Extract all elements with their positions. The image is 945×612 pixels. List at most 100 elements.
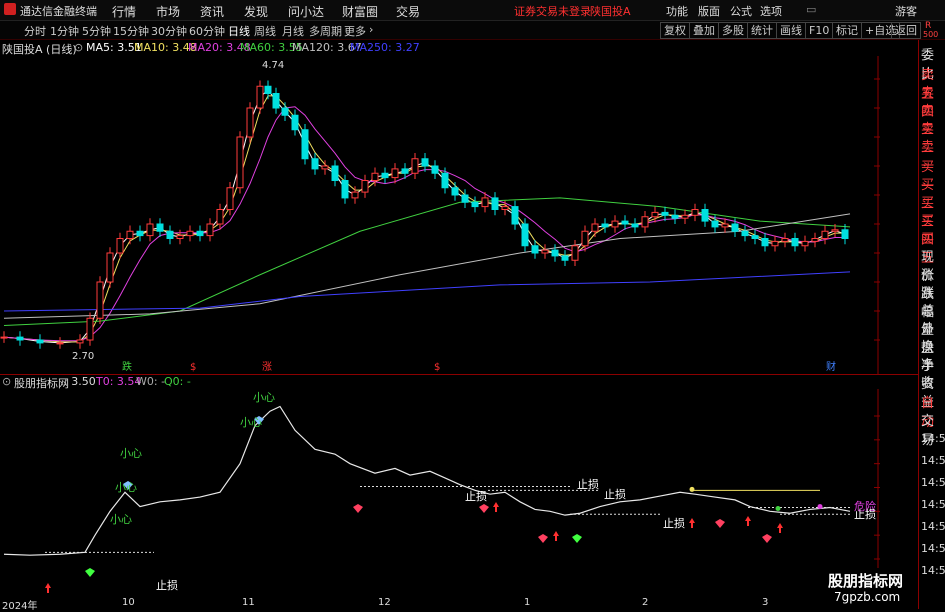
candle-body <box>811 238 819 242</box>
candle-body <box>711 220 719 228</box>
ma-legend: 陕国投A (日线) ⊙ MA5: 3.51 MA10: 3.48 MA20: 3… <box>0 40 880 56</box>
candle-body <box>671 214 679 219</box>
side-time-4: 14:56 <box>921 498 945 511</box>
candle-body <box>451 187 459 196</box>
tab-gengduo[interactable]: 更多 <box>344 23 366 39</box>
candlestick-chart[interactable]: 4.604.404.204.003.803.603.403.203.002.80… <box>0 56 880 374</box>
tab-30min[interactable]: 30分钟 <box>151 23 187 39</box>
xiaoxin-label-3: 小心 <box>120 447 142 460</box>
up-arrow-icon <box>45 583 51 593</box>
ma120-line <box>3 213 851 319</box>
candle-body <box>176 235 184 240</box>
watermark: 股朋指标网 7gpzb.com <box>820 568 918 608</box>
candle-body <box>0 336 8 339</box>
ma20-line <box>3 106 845 342</box>
candle-body <box>471 201 479 208</box>
menu-gongshi[interactable]: 公式 <box>730 3 752 19</box>
marker-dollar-1: $ <box>190 362 196 373</box>
chevron-right-icon[interactable]: › <box>369 23 373 36</box>
duogu-button[interactable]: 多股 <box>718 22 748 39</box>
green-diamond-icon <box>85 568 95 577</box>
chart-name: 陕国投A (日线) <box>2 43 77 56</box>
candle-body <box>291 114 299 131</box>
stock-title: 陕国投A <box>590 5 631 18</box>
candle-body <box>531 245 539 254</box>
tab-15min[interactable]: 15分钟 <box>113 23 149 39</box>
period-tab-bar: 分时 1分钟 5分钟 15分钟 30分钟 60分钟 日线 周线 月线 多周期 更… <box>0 21 945 40</box>
menu-gongneng[interactable]: 功能 <box>666 3 688 19</box>
watermark-line2: 7gpzb.com <box>834 590 901 604</box>
candle-body <box>641 216 649 228</box>
candle-body <box>841 229 849 240</box>
diejia-button[interactable]: 叠加 <box>689 22 719 39</box>
candle-body <box>226 187 234 210</box>
candle-body <box>86 317 94 341</box>
tab-60min[interactable]: 60分钟 <box>189 23 225 39</box>
zhisun-label-5: 止损 <box>663 516 685 530</box>
menu-jiaoyi[interactable]: 交易 <box>396 3 420 20</box>
up-arrow-icon <box>777 523 783 533</box>
date-2: 2 <box>642 597 649 608</box>
fuquan-button[interactable]: 复权 <box>660 22 690 39</box>
date-10: 10 <box>122 597 135 608</box>
tab-yuexian[interactable]: 月线 <box>282 23 304 39</box>
candle-body <box>331 165 339 181</box>
guest-label[interactable]: 游客 <box>895 3 917 19</box>
indicator-chart[interactable]: 4.504.254.003.753.503.253.00 小心 小心 小心 小心… <box>0 389 880 597</box>
tongji-button[interactable]: 统计 <box>747 22 777 39</box>
candle-body <box>581 230 589 247</box>
marker-zhang: 涨 <box>262 361 272 373</box>
zhisun-label-2: 止损 <box>577 477 599 491</box>
xiaoxin-label-2: 小心 <box>240 416 262 429</box>
collapse-icon[interactable]: ⊙ <box>74 41 83 54</box>
f10-button[interactable]: F10 <box>805 22 834 39</box>
menu-shichang[interactable]: 市场 <box>156 3 180 20</box>
candle-body <box>651 211 659 218</box>
menu-wenxiaoda[interactable]: 问小达 <box>288 3 324 20</box>
ma10-line <box>3 95 845 343</box>
tab-duozhouqi[interactable]: 多周期 <box>309 23 342 39</box>
menu-zixun[interactable]: 资讯 <box>200 3 224 20</box>
candle-body <box>351 191 359 199</box>
up-arrow-icon <box>689 518 695 528</box>
candle-body <box>421 158 429 167</box>
watermark-line1: 股朋指标网 <box>828 572 904 590</box>
candle-body <box>751 235 759 240</box>
candle-body <box>821 230 829 239</box>
w0-label: W0: - <box>136 375 166 388</box>
marker-cai: 财 <box>826 360 836 373</box>
tab-fenshi[interactable]: 分时 <box>24 23 46 39</box>
date-1: 1 <box>524 597 531 608</box>
candle-body <box>16 336 24 341</box>
minimize-icon[interactable]: ▭ <box>806 3 816 16</box>
marker-die: 跌 <box>122 360 132 373</box>
tab-rixian[interactable]: 日线 <box>228 23 250 39</box>
candle-body <box>631 223 639 228</box>
candle-body <box>431 165 439 174</box>
up-arrow-icon <box>745 516 751 526</box>
menu-xuanxiang[interactable]: 选项 <box>760 3 782 19</box>
tab-zhouxian[interactable]: 周线 <box>254 23 276 39</box>
candle-body <box>156 223 164 232</box>
candle-body <box>391 168 399 179</box>
back-button[interactable]: 返回 <box>891 22 921 39</box>
candle-body <box>501 206 509 211</box>
up-arrow-icon <box>493 502 499 512</box>
menu-hangqing[interactable]: 行情 <box>112 3 136 20</box>
menu-faxian[interactable]: 发现 <box>244 3 268 20</box>
t0-label: T0: 3.54 <box>96 375 142 388</box>
indicator-collapse-icon[interactable]: ⊙ <box>2 375 11 388</box>
huaxian-button[interactable]: 画线 <box>776 22 806 39</box>
candle-body <box>481 197 489 208</box>
tab-1min[interactable]: 1分钟 <box>50 23 79 39</box>
tab-5min[interactable]: 5分钟 <box>82 23 111 39</box>
indicator-legend: ⊙ 股朋指标网 : 3.50 T0: 3.54 W0: - Q0: - <box>0 375 880 390</box>
green-dot <box>775 505 781 511</box>
candle-body <box>216 209 224 225</box>
candle-body <box>611 220 619 228</box>
menu-banmian[interactable]: 版面 <box>698 3 720 19</box>
biaoji-button[interactable]: 标记 <box>832 22 862 39</box>
candle-body <box>681 214 689 219</box>
candle-body <box>591 223 599 232</box>
menu-caifuquan[interactable]: 财富圈 <box>342 3 378 20</box>
